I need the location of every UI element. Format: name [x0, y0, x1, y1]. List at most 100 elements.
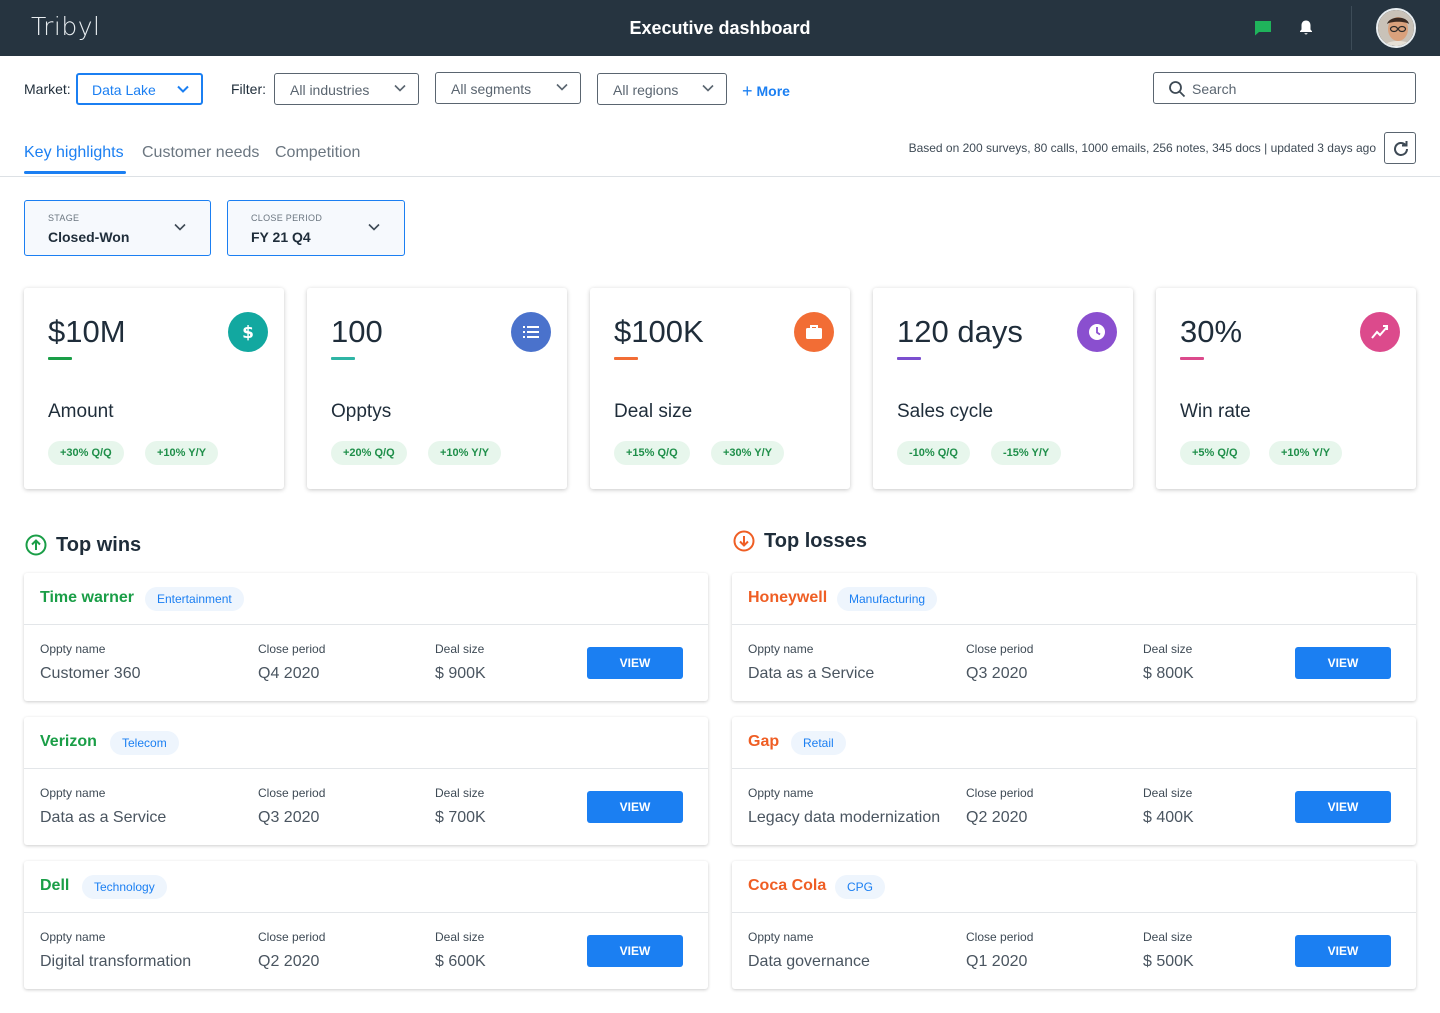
loss-card: Honeywell Manufacturing Oppty name Close…: [732, 573, 1416, 701]
kpi-card-amount: $10M $ Amount +30% Q/Q +10% Y/Y: [24, 288, 284, 489]
kpi-value: 30%: [1180, 314, 1243, 349]
kpi-value: $10M: [48, 314, 126, 349]
top-losses-heading: Top losses: [764, 530, 867, 552]
logo[interactable]: Tribyl: [31, 12, 100, 41]
oppty-value: Customer 360: [40, 665, 141, 682]
region-select-value: All regions: [613, 82, 679, 98]
company-name[interactable]: Coca Cola: [748, 877, 826, 895]
kpi-icon-circle: [1077, 312, 1117, 352]
stage-label: STAGE: [48, 213, 80, 223]
loss-card: Gap Retail Oppty name Close period Deal …: [732, 717, 1416, 845]
oppty-label: Oppty name: [748, 642, 814, 656]
segment-select[interactable]: All segments: [435, 72, 581, 104]
kpi-icon-circle: $: [228, 312, 268, 352]
kpi-card-deal-size: $100K Deal size +15% Q/Q +30% Y/Y: [590, 288, 850, 489]
kpi-qq-badge: +30% Q/Q: [48, 441, 124, 465]
oppty-value: Data as a Service: [748, 665, 875, 682]
briefcase-icon: [806, 325, 822, 339]
period-label: Close period: [258, 786, 326, 800]
close-period-value: FY 21 Q4: [251, 229, 311, 245]
market-label: Market:: [24, 81, 71, 97]
tab-key-highlights[interactable]: Key highlights: [24, 144, 124, 162]
deal-size-label: Deal size: [1143, 786, 1193, 800]
kpi-label: Sales cycle: [897, 401, 994, 422]
divider: [732, 768, 1416, 769]
chevron-down-icon: [174, 223, 186, 231]
company-name[interactable]: Dell: [40, 877, 69, 895]
industry-badge: Retail: [791, 731, 846, 755]
kpi-accent: [614, 357, 638, 360]
industry-badge: CPG: [835, 875, 886, 899]
chevron-down-icon: [556, 83, 568, 91]
kpi-value: 120 days: [897, 314, 1023, 349]
top-bar: Tribyl Executive dashboard: [0, 0, 1440, 56]
deal-size-value: $ 600K: [435, 953, 486, 970]
chevron-down-icon: [702, 84, 714, 92]
tab-customer-needs[interactable]: Customer needs: [142, 144, 259, 162]
view-button[interactable]: VIEW: [587, 935, 683, 967]
kpi-card-opptys: 100 Opptys +20% Q/Q +10% Y/Y: [307, 288, 567, 489]
win-card: Verizon Telecom Oppty name Close period …: [24, 717, 708, 845]
avatar[interactable]: [1376, 8, 1416, 48]
deal-size-value: $ 700K: [435, 809, 486, 826]
stage-select[interactable]: STAGE Closed-Won: [24, 200, 211, 256]
page-title: Executive dashboard: [629, 18, 811, 38]
industry-badge: Entertainment: [145, 587, 244, 611]
divider: [24, 768, 708, 769]
oppty-label: Oppty name: [40, 930, 106, 944]
period-label: Close period: [966, 786, 1034, 800]
company-name[interactable]: Time warner: [40, 589, 134, 607]
win-card: Dell Technology Oppty name Close period …: [24, 861, 708, 989]
filter-label: Filter:: [231, 81, 266, 97]
more-filters-link[interactable]: + More: [742, 80, 790, 101]
chat-icon[interactable]: [1254, 20, 1272, 36]
period-value: Q2 2020: [966, 809, 1028, 826]
oppty-value: Legacy data modernization: [748, 809, 941, 826]
kpi-accent: [48, 357, 72, 360]
kpi-qq-badge: +5% Q/Q: [1180, 441, 1250, 465]
search-input[interactable]: [1192, 79, 1402, 99]
view-button[interactable]: VIEW: [1295, 935, 1391, 967]
close-period-select[interactable]: CLOSE PERIOD FY 21 Q4: [227, 200, 405, 256]
kpi-value: $100K: [614, 314, 704, 349]
tab-competition[interactable]: Competition: [275, 144, 360, 162]
bell-icon[interactable]: [1298, 19, 1314, 37]
oppty-label: Oppty name: [748, 786, 814, 800]
period-value: Q4 2020: [258, 665, 320, 682]
period-label: Close period: [258, 930, 326, 944]
kpi-yy-badge: -15% Y/Y: [991, 441, 1062, 465]
divider: [732, 624, 1416, 625]
kpi-value: 100: [331, 314, 383, 349]
dollar-icon: $: [242, 323, 254, 342]
view-button[interactable]: VIEW: [1295, 647, 1391, 679]
kpi-card-win-rate: 30% Win rate +5% Q/Q +10% Y/Y: [1156, 288, 1416, 489]
oppty-label: Oppty name: [40, 786, 106, 800]
company-name[interactable]: Honeywell: [748, 589, 827, 607]
view-button[interactable]: VIEW: [587, 647, 683, 679]
company-name[interactable]: Gap: [748, 733, 779, 751]
market-select[interactable]: Data Lake: [76, 73, 203, 105]
refresh-button[interactable]: [1384, 132, 1416, 164]
kpi-icon-circle: [1360, 312, 1400, 352]
kpi-qq-badge: +15% Q/Q: [614, 441, 690, 465]
oppty-value: Data as a Service: [40, 809, 167, 826]
kpi-yy-badge: +30% Y/Y: [711, 441, 785, 465]
more-label: More: [756, 83, 790, 99]
view-button[interactable]: VIEW: [1295, 791, 1391, 823]
company-name[interactable]: Verizon: [40, 733, 97, 751]
list-icon: [523, 326, 539, 338]
deal-size-value: $ 900K: [435, 665, 486, 682]
deal-size-value: $ 400K: [1143, 809, 1194, 826]
kpi-label: Deal size: [614, 401, 693, 422]
view-button[interactable]: VIEW: [587, 791, 683, 823]
win-card: Time warner Entertainment Oppty name Clo…: [24, 573, 708, 701]
industry-select[interactable]: All industries: [274, 73, 419, 105]
data-basis-text: Based on 200 surveys, 80 calls, 1000 ema…: [908, 141, 1376, 155]
divider: [732, 912, 1416, 913]
deal-size-label: Deal size: [1143, 930, 1193, 944]
oppty-label: Oppty name: [40, 642, 106, 656]
plus-icon: +: [742, 81, 753, 101]
region-select[interactable]: All regions: [597, 73, 727, 105]
period-value: Q3 2020: [258, 809, 320, 826]
kpi-qq-badge: +20% Q/Q: [331, 441, 407, 465]
